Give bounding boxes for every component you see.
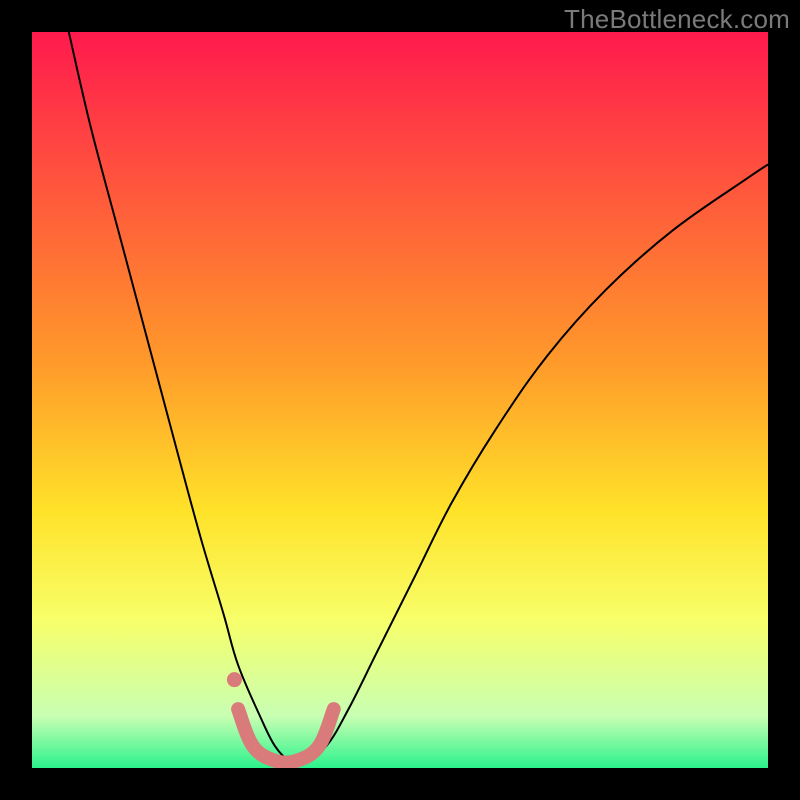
bottleneck-chart xyxy=(32,32,768,768)
chart-frame: TheBottleneck.com xyxy=(0,0,800,800)
plot-area xyxy=(32,32,768,768)
watermark-text: TheBottleneck.com xyxy=(564,4,790,35)
highlight-dot xyxy=(227,672,242,687)
gradient-background xyxy=(32,32,768,768)
